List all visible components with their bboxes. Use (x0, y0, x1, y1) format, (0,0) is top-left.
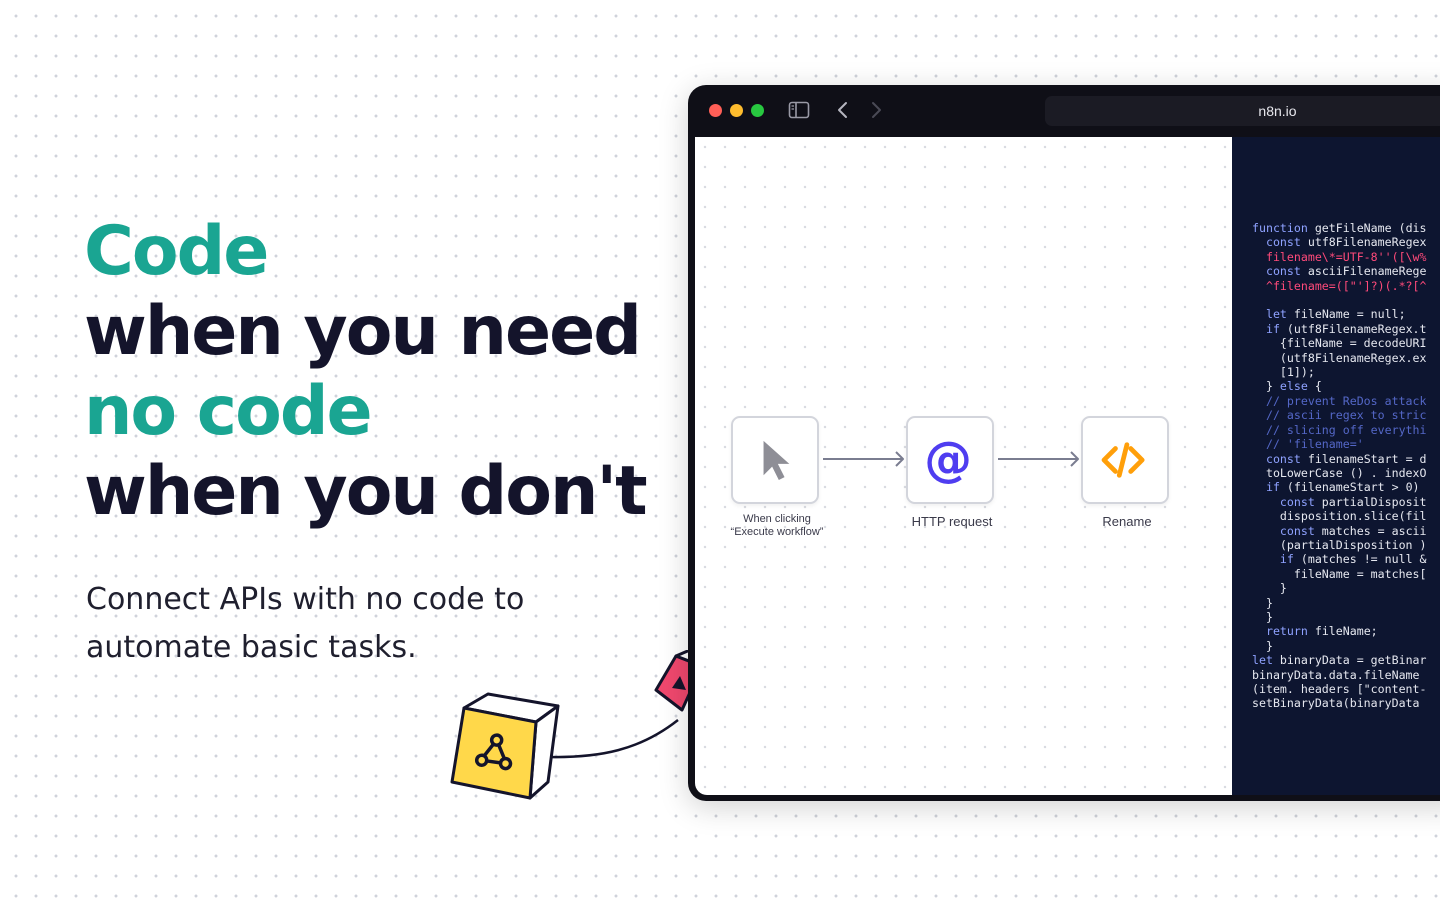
code-line: const asciiFilenameRege (1265, 264, 1427, 279)
code-line: // prevent ReDos attack (1252, 393, 1427, 408)
code-line: disposition.slice(fil (1252, 509, 1427, 524)
trigger-label-line-2: “Execute workflow” (730, 526, 824, 538)
code-line: let fileName = null; (1265, 307, 1406, 322)
code-editor-panel[interactable]: function getFileName (dis const utf8File… (1232, 137, 1440, 795)
code-line: if (utf8FilenameRegex.t (1265, 321, 1427, 336)
code-line: // slicing off everythi (1252, 422, 1427, 437)
code-line: function getFileName (dis (1252, 221, 1427, 235)
headline-line-when-you-need: when you need (84, 292, 642, 371)
code-line: binaryData.data.fileName (1252, 667, 1420, 682)
workflow-node-rename[interactable] (1081, 416, 1169, 504)
code-line: } (1252, 609, 1273, 624)
code-line: if (matches != null & (1279, 552, 1427, 567)
browser-window: n8n.io When clicking “Execute workflow” … (688, 85, 1440, 801)
cursor-icon (763, 440, 790, 481)
code-line: } (1252, 581, 1287, 596)
code-line: } else { (1252, 379, 1322, 394)
code-line: {fileName = decodeURI (1252, 336, 1427, 351)
window-minimize-button[interactable] (730, 104, 743, 117)
code-line: } (1252, 638, 1273, 653)
code-line: // ascii regex to stric (1252, 408, 1427, 423)
connector-arrow (823, 451, 904, 467)
code-line: ​ (1252, 293, 1427, 307)
address-bar[interactable]: n8n.io (1045, 96, 1440, 126)
connector-arrow (998, 451, 1079, 467)
code-line: (utf8FilenameRegex.ex (1252, 350, 1427, 365)
decorative-cubes (450, 650, 700, 800)
workflow-node-rename-label: Rename (1102, 514, 1152, 529)
code-line: (partialDisposition ) (1252, 537, 1427, 552)
code-line: ^filename=(["']?)(.*?[^ (1252, 278, 1427, 293)
workflow-node-trigger-label: When clicking “Execute workflow” (707, 513, 847, 539)
back-arrow-icon[interactable] (833, 100, 853, 120)
code-line: return fileName; (1265, 624, 1378, 639)
code-line: let binaryData = getBinar (1252, 653, 1427, 668)
window-zoom-button[interactable] (751, 104, 764, 117)
subtitle-line-1: Connect APIs with no code to (86, 582, 525, 617)
code-line: setBinaryData(binaryData (1252, 696, 1420, 711)
webhook-icon (450, 692, 560, 800)
code-lines: function getFileName (dis const utf8File… (1252, 221, 1427, 711)
sidebar-toggle-icon[interactable] (788, 101, 810, 119)
headline-line-code: Code (84, 212, 269, 291)
code-line: fileName = matches[ (1252, 566, 1427, 581)
hero-headline: Code when you need no code when you don'… (84, 212, 648, 532)
code-line: const partialDisposit (1279, 494, 1427, 509)
address-bar-url: n8n.io (1258, 103, 1297, 119)
trigger-label-line-1: When clicking (743, 513, 811, 525)
headline-line-when-you-dont: when you don't (84, 452, 648, 531)
code-line: filename\*=UTF-8''([\w% (1252, 249, 1427, 264)
code-line: (item. headers ["content- (1252, 682, 1427, 696)
svg-text:@: @ (924, 432, 972, 487)
window-close-button[interactable] (709, 104, 722, 117)
code-line: const matches = ascii (1279, 523, 1427, 538)
code-brackets-icon (1101, 442, 1145, 478)
forward-arrow-icon[interactable] (866, 100, 886, 120)
code-line: const filenameStart = d (1265, 451, 1427, 466)
browser-titlebar: n8n.io (688, 85, 1440, 137)
headline-line-no-code: no code (84, 372, 373, 451)
workflow-node-http-request[interactable]: @ (906, 416, 994, 504)
code-line: toLowerCase () . indexO (1252, 465, 1427, 480)
code-line: const utf8FilenameRegex (1265, 235, 1427, 250)
code-line: // 'filename=' (1252, 437, 1364, 452)
at-sign-icon: @ (924, 432, 972, 487)
code-line: if (filenameStart > 0) (1265, 480, 1420, 495)
workflow-node-trigger[interactable] (731, 416, 819, 504)
code-line: [1]); (1252, 365, 1315, 380)
workflow-node-http-request-label: HTTP request (911, 514, 993, 529)
code-line: } (1252, 595, 1273, 610)
workflow-canvas[interactable]: When clicking “Execute workflow” @ HTTP … (695, 137, 1232, 795)
